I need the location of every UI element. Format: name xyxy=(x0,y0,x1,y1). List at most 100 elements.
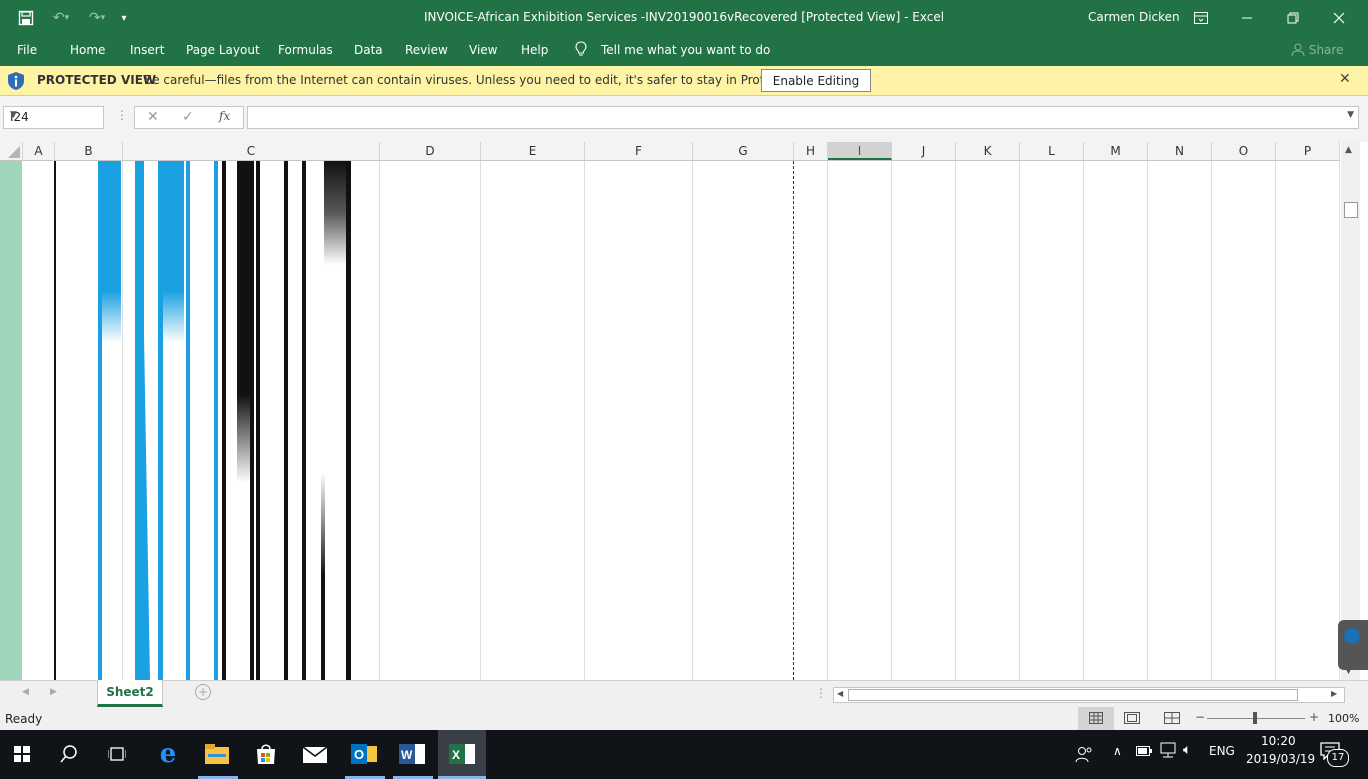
scroll-thumb[interactable] xyxy=(1344,202,1358,218)
tab-formulas[interactable]: Formulas xyxy=(278,43,333,57)
tab-split-handle[interactable]: ⋮ xyxy=(815,686,827,700)
column-header-g[interactable]: G xyxy=(693,142,794,160)
insert-function-icon[interactable]: fx xyxy=(219,109,230,123)
worksheet-grid[interactable] xyxy=(0,161,1340,680)
person-icon xyxy=(1291,43,1309,57)
column-header-b[interactable]: B xyxy=(55,142,123,160)
svg-text:W: W xyxy=(401,748,413,762)
windows-start-icon[interactable] xyxy=(6,738,38,770)
page-break-preview-button[interactable] xyxy=(1164,712,1180,727)
add-sheet-icon[interactable]: + xyxy=(195,684,211,700)
ribbon-display-options-icon[interactable] xyxy=(1178,0,1224,36)
shield-info-icon xyxy=(7,71,25,94)
windows-taskbar: e O W X ∧ 🔈︎ ENG 10:20 2019/03/19 17 xyxy=(0,730,1368,779)
teamviewer-panel-icon[interactable] xyxy=(1338,620,1368,670)
barcode-image xyxy=(98,161,351,680)
zoom-level[interactable]: 100% xyxy=(1328,712,1359,725)
status-ready: Ready xyxy=(5,712,43,726)
sheet-tabs-bar: ◀ ▶ Sheet2 + ⋮ ◀ ▶ xyxy=(0,680,1368,708)
file-explorer-icon[interactable] xyxy=(201,738,233,770)
expand-formula-bar-icon[interactable]: ▼ xyxy=(1347,110,1354,120)
battery-icon[interactable] xyxy=(1136,745,1152,759)
mail-icon[interactable] xyxy=(299,738,331,770)
restore-icon[interactable] xyxy=(1270,0,1316,36)
page-layout-view-button[interactable] xyxy=(1124,712,1140,727)
close-message-bar-icon[interactable]: ✕ xyxy=(1339,71,1351,87)
column-header-l[interactable]: L xyxy=(1020,142,1084,160)
column-header-a[interactable]: A xyxy=(23,142,55,160)
column-header-o[interactable]: O xyxy=(1212,142,1276,160)
tab-view[interactable]: View xyxy=(469,43,497,57)
tab-data[interactable]: Data xyxy=(354,43,383,57)
column-header-m[interactable]: M xyxy=(1084,142,1148,160)
svg-text:X: X xyxy=(452,748,460,762)
protected-view-bar: PROTECTED VIEW Be careful—files from the… xyxy=(0,66,1368,96)
select-all-corner[interactable] xyxy=(0,142,23,160)
h-scroll-thumb[interactable] xyxy=(848,689,1298,701)
ribbon-tabs: File Home Insert Page Layout Formulas Da… xyxy=(0,36,1368,66)
prev-sheet-icon[interactable]: ◀ xyxy=(22,687,29,697)
network-icon[interactable] xyxy=(1159,742,1177,761)
title-bar: ↶ ▾ ↷ ▾ ▾ INVOICE-African Exhibition Servi… xyxy=(0,0,1368,36)
input-language[interactable]: ENG xyxy=(1209,744,1235,758)
column-headers: A B C D E F G H I J K L M N O P xyxy=(0,142,1340,161)
outlook-icon[interactable]: O xyxy=(348,738,380,770)
column-header-h[interactable]: H xyxy=(794,142,828,160)
enable-editing-button[interactable]: Enable Editing xyxy=(761,69,871,92)
next-sheet-icon[interactable]: ▶ xyxy=(50,687,57,697)
svg-text:O: O xyxy=(354,747,364,762)
scroll-right-icon[interactable]: ▶ xyxy=(1331,689,1337,698)
horizontal-scrollbar[interactable]: ◀ ▶ xyxy=(833,687,1345,703)
close-icon[interactable] xyxy=(1316,0,1362,36)
column-header-k[interactable]: K xyxy=(956,142,1020,160)
zoom-out-icon[interactable]: − xyxy=(1195,710,1205,724)
clock-date[interactable]: 2019/03/19 xyxy=(1246,752,1315,766)
normal-view-button[interactable] xyxy=(1078,707,1114,730)
tab-page-layout[interactable]: Page Layout xyxy=(186,43,260,57)
edge-browser-icon[interactable]: e xyxy=(152,738,184,770)
volume-icon[interactable]: 🔈︎ xyxy=(1183,742,1191,758)
row-header-strip[interactable] xyxy=(0,161,22,680)
store-icon[interactable] xyxy=(250,738,282,770)
scroll-up-icon[interactable]: ▲ xyxy=(1345,145,1352,155)
column-header-p[interactable]: P xyxy=(1276,142,1340,160)
column-header-c[interactable]: C xyxy=(123,142,380,160)
column-header-i[interactable]: I xyxy=(828,142,892,160)
zoom-slider-thumb[interactable] xyxy=(1253,712,1257,724)
tell-me-search[interactable]: Tell me what you want to do xyxy=(601,43,770,57)
formula-input[interactable]: ▼ xyxy=(247,106,1359,129)
column-header-e[interactable]: E xyxy=(481,142,585,160)
scroll-left-icon[interactable]: ◀ xyxy=(837,689,843,698)
excel-icon[interactable]: X xyxy=(446,738,478,770)
notification-count-badge: 17 xyxy=(1327,749,1349,767)
tab-review[interactable]: Review xyxy=(405,43,448,57)
enter-check-icon[interactable]: ✓ xyxy=(182,109,194,125)
column-header-j[interactable]: J xyxy=(892,142,956,160)
lightbulb-icon xyxy=(575,41,587,60)
share-button[interactable]: Share xyxy=(1291,43,1343,57)
tab-file[interactable]: File xyxy=(17,43,37,57)
sheet-tab-sheet2[interactable]: Sheet2 xyxy=(97,680,163,707)
chevron-down-icon[interactable]: ▼ xyxy=(10,110,99,120)
column-header-n[interactable]: N xyxy=(1148,142,1212,160)
cancel-icon[interactable]: ✕ xyxy=(147,109,159,125)
more-options-icon[interactable]: ⋮ xyxy=(116,108,128,122)
task-view-icon[interactable] xyxy=(101,738,133,770)
show-hidden-icons-icon[interactable]: ∧ xyxy=(1113,744,1122,758)
column-header-d[interactable]: D xyxy=(380,142,481,160)
vertical-scrollbar[interactable]: ▲ ▼ xyxy=(1341,142,1360,680)
zoom-in-icon[interactable]: + xyxy=(1309,710,1319,724)
share-label: Share xyxy=(1308,43,1344,57)
name-box[interactable]: I24 ▼ xyxy=(3,106,104,129)
tab-insert[interactable]: Insert xyxy=(130,43,164,57)
minimize-icon[interactable] xyxy=(1224,0,1270,36)
user-name[interactable]: Carmen Dicken xyxy=(1088,10,1180,24)
clock-time[interactable]: 10:20 xyxy=(1261,734,1296,748)
people-icon[interactable] xyxy=(1068,738,1100,770)
tab-help[interactable]: Help xyxy=(521,43,548,57)
formula-buttons: ✕ ✓ fx xyxy=(134,106,244,129)
tab-home[interactable]: Home xyxy=(70,43,105,57)
column-header-f[interactable]: F xyxy=(585,142,693,160)
search-icon[interactable] xyxy=(53,738,85,770)
word-icon[interactable]: W xyxy=(396,738,428,770)
